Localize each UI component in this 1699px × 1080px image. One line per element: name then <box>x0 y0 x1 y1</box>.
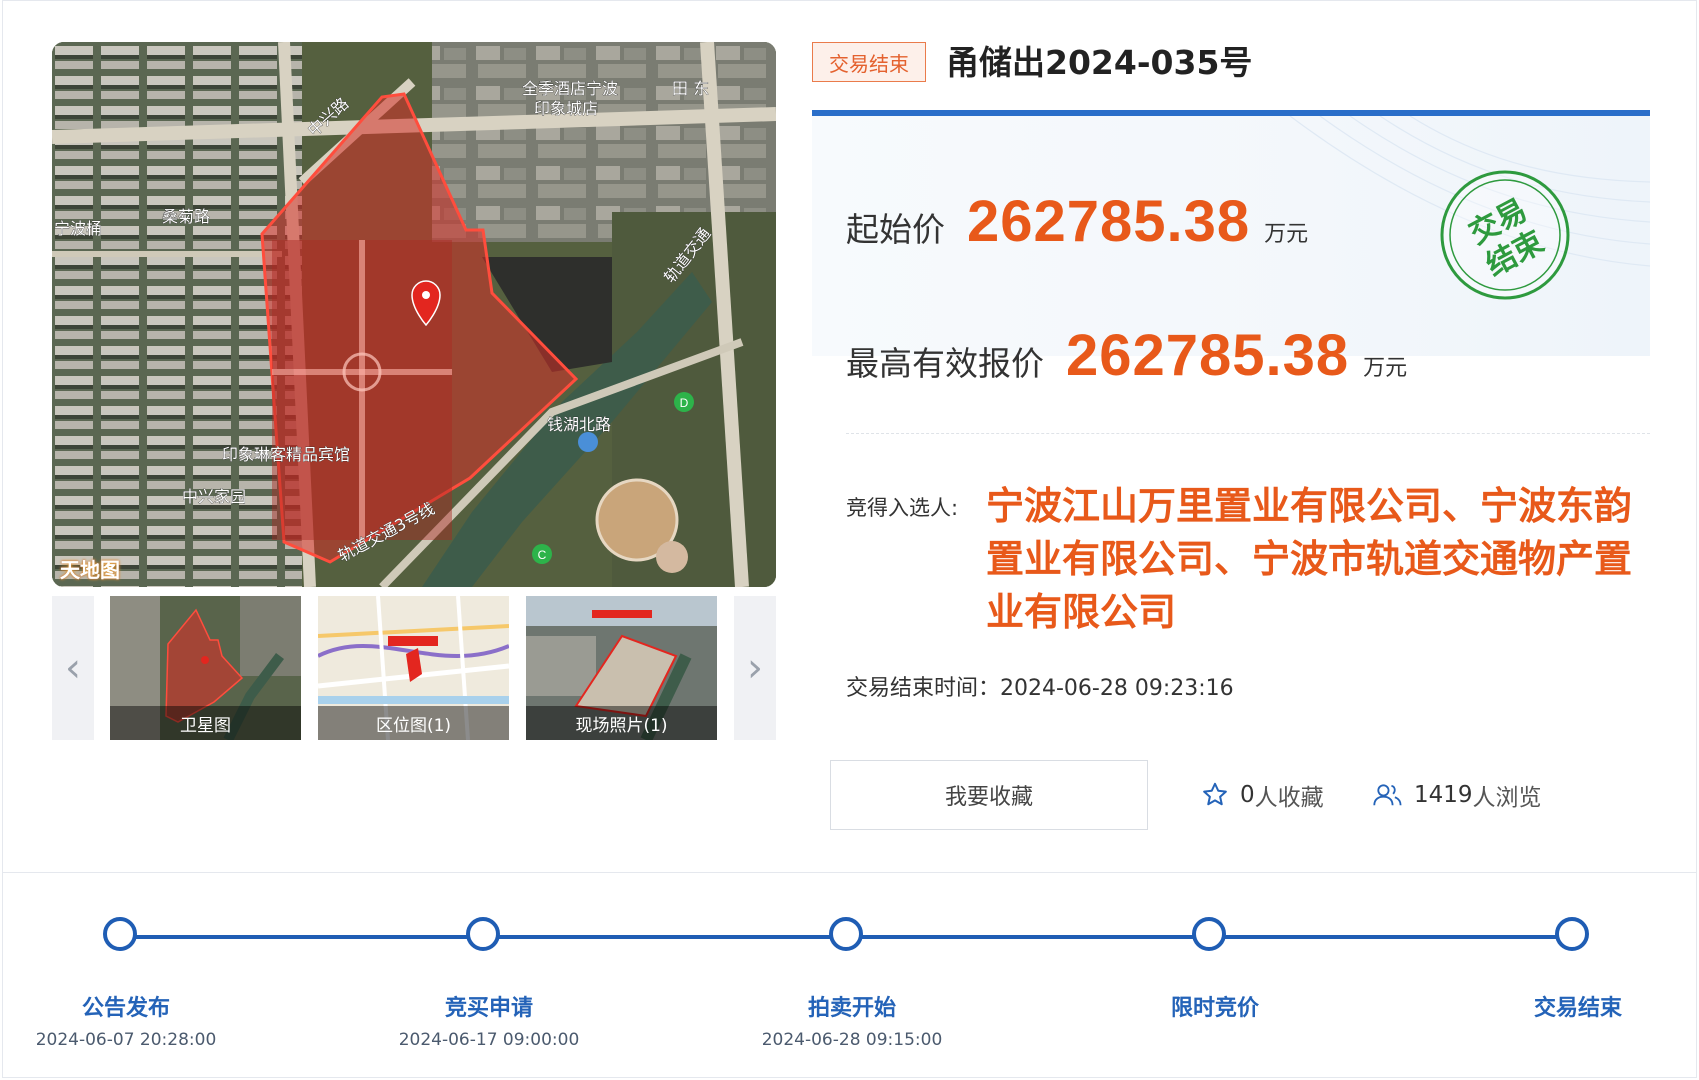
timeline-step-application: 竞买申请 2024-06-17 09:00:00 <box>379 990 599 1050</box>
map-label-qianhu-road: 钱湖北路 <box>547 415 611 434</box>
timeline-node <box>1192 917 1226 951</box>
favorites-suffix: 人收藏 <box>1254 785 1324 811</box>
thumbnail-location-map[interactable]: 区位图(1) <box>318 596 509 740</box>
timeline-node <box>103 917 137 951</box>
views-suffix: 人浏览 <box>1472 785 1542 811</box>
map-label-hotel-quanji-2: 印象城店 <box>534 99 598 118</box>
map-label-zhongxing-home: 中兴家园 <box>182 487 246 506</box>
timeline-step-date: 2024-06-28 09:15:00 <box>761 1030 943 1050</box>
station-c-label: C <box>538 548 547 562</box>
thumbnail-caption: 区位图(1) <box>318 706 509 740</box>
favorite-button[interactable]: 我要收藏 <box>830 760 1148 830</box>
timeline-step-title: 交易结束 <box>1533 996 1622 1021</box>
timeline-step-auction-start: 拍卖开始 2024-06-28 09:15:00 <box>742 990 962 1050</box>
highest-bid-value: 262785.38 <box>1066 323 1350 388</box>
thumbnail-site-photo[interactable]: 现场照片(1) <box>526 596 717 740</box>
start-price-label: 起始价 <box>846 210 945 249</box>
timeline-step-title: 公告发布 <box>81 996 170 1021</box>
timeline-step-title: 竞买申请 <box>444 996 533 1021</box>
star-icon <box>1203 782 1227 806</box>
end-time: 交易结束时间：2024-06-28 09:23:16 <box>846 676 1234 701</box>
map-label-ningbo: 宁波桶 <box>54 219 102 238</box>
start-price-row: 起始价 262785.38 万元 <box>846 188 1308 255</box>
favorites-count: 0 <box>1240 782 1255 808</box>
map-label-tian: 田 东 <box>672 79 709 98</box>
timeline-separator <box>2 872 1697 873</box>
section-divider <box>846 433 1650 434</box>
start-price-unit: 万元 <box>1264 222 1309 247</box>
views-count: 1419 <box>1414 782 1473 808</box>
winner-value: 宁波江山万里置业有限公司、宁波东韵置业有限公司、宁波市轨道交通物产置业有限公司 <box>986 484 1633 634</box>
timeline-step-date: 2024-06-17 09:00:00 <box>398 1030 580 1050</box>
views-stat: 1419 人浏览 <box>1372 778 1542 812</box>
timeline-step-date: 2024-06-07 20:28:00 <box>35 1030 217 1050</box>
timeline-node <box>1555 917 1589 951</box>
highest-bid-row: 最高有效报价 262785.38 万元 <box>846 322 1407 389</box>
winner-label: 竞得入选人: <box>846 496 959 520</box>
timeline-node <box>466 917 500 951</box>
timeline-step-transaction-ended: 交易结束 <box>1468 990 1688 1030</box>
station-d-label: D <box>680 396 689 410</box>
timeline-step-title: 拍卖开始 <box>807 996 896 1021</box>
timeline-node <box>829 917 863 951</box>
thumbnail-prev-button[interactable]: ‹ <box>52 596 94 740</box>
map-label-hotel-quanji: 全季酒店宁波 <box>522 79 618 98</box>
timeline-step-timed-bidding: 限时竞价 <box>1105 990 1325 1030</box>
start-price-value: 262785.38 <box>967 189 1251 254</box>
users-icon <box>1373 784 1402 806</box>
page-title: 甬储出2024-035号 <box>946 43 1253 82</box>
satellite-map-image: D C 中兴路 桑菊路 宁波桶 全季酒店宁波 印象城店 田 东 轨道交通 钱湖北… <box>52 42 776 587</box>
thumbnail-satellite[interactable]: 卫星图 <box>110 596 301 740</box>
highest-bid-unit: 万元 <box>1363 356 1408 381</box>
map-label-hotel-yinxiang: 印象琳客精品宾馆 <box>222 445 350 464</box>
map-vendor-logo: 天地图 <box>60 558 120 582</box>
thumbnail-next-button[interactable]: › <box>734 596 776 740</box>
chevron-left-icon: ‹ <box>65 645 81 691</box>
thumbnail-caption: 卫星图 <box>110 706 301 740</box>
chevron-right-icon: › <box>747 645 763 691</box>
transaction-ended-stamp-icon: 交易 结束 <box>1440 170 1570 300</box>
map-label-sangju-road: 桑菊路 <box>162 207 210 226</box>
status-badge: 交易结束 <box>812 42 926 82</box>
highest-bid-label: 最高有效报价 <box>846 344 1044 383</box>
timeline-step-title: 限时竞价 <box>1170 996 1259 1021</box>
thumbnail-caption: 现场照片(1) <box>526 706 717 740</box>
favorites-stat: 0 人收藏 <box>1200 778 1324 812</box>
timeline-step-announcement: 公告发布 2024-06-07 20:28:00 <box>16 990 236 1050</box>
thumbnail-strip: ‹ 卫星图 区位图(1) 现场照片(1) › <box>52 596 776 740</box>
satellite-map-viewer[interactable]: D C 中兴路 桑菊路 宁波桶 全季酒店宁波 印象城店 田 东 轨道交通 钱湖北… <box>52 42 776 587</box>
